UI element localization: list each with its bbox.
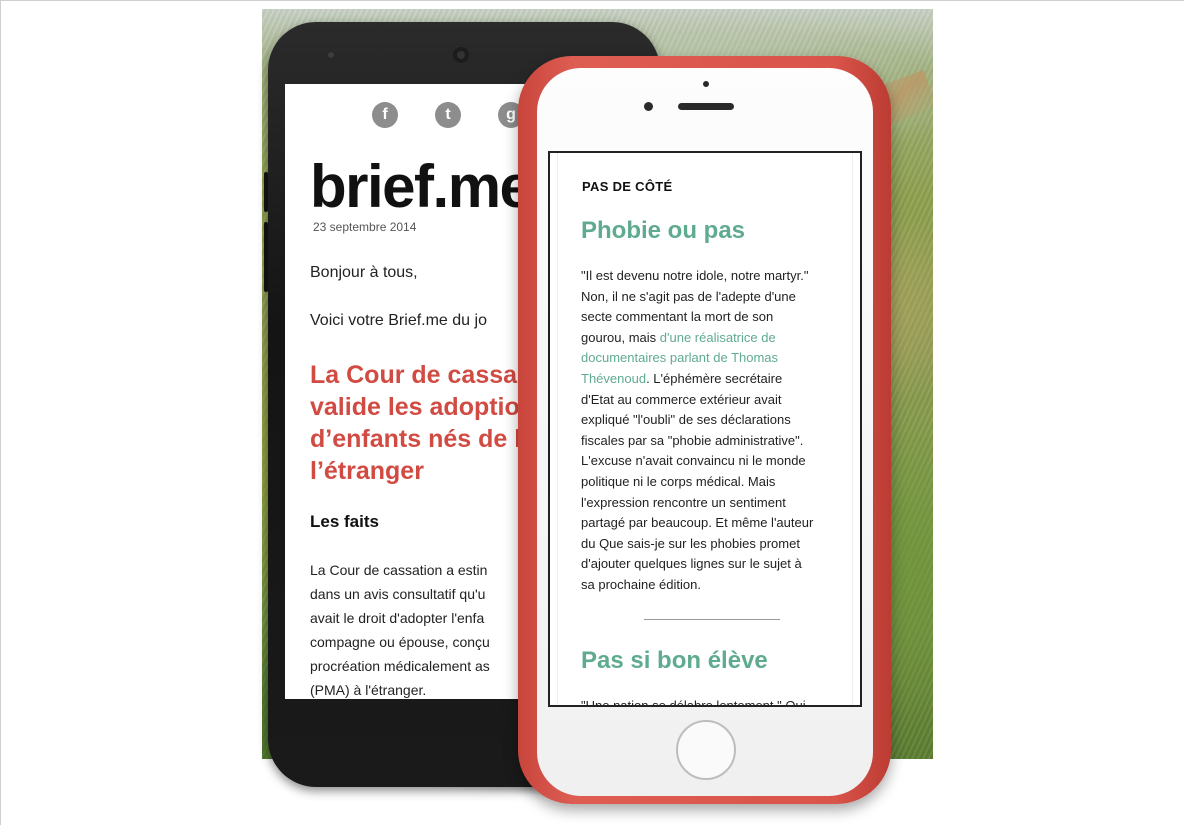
headline-line: La Cour de cassa (310, 361, 518, 389)
body-line: partagé par beaucoup. Et même l'auteur (581, 515, 814, 531)
body-line: (PMA) à l'étranger. (310, 682, 427, 698)
article-body: La Cour de cassation a estin dans un avi… (310, 558, 490, 699)
facebook-icon[interactable]: f (372, 102, 398, 128)
body-line: dans un avis consultatif qu'u (310, 586, 486, 602)
article-link[interactable]: documentaires parlant de Thomas (581, 348, 813, 369)
body-text: gourou, mais (581, 329, 660, 345)
body-line: l'expression rencontre un sentiment (581, 494, 786, 510)
front-camera (453, 47, 469, 63)
section-divider (644, 619, 780, 620)
front-camera (644, 102, 653, 111)
body-line: fiscales par sa "phobie administrative". (581, 432, 804, 448)
article-body: "Il est devenu notre idole, notre martyr… (581, 266, 813, 596)
proximity-sensor (703, 81, 709, 87)
article-body-cut: "Une nation se délabre lentement." Qui (581, 698, 806, 707)
body-line: expliqué "l'oubli" de ses déclarations (581, 412, 791, 428)
section-title: Les faits (310, 512, 379, 531)
body-line: sa prochaine édition. (581, 576, 701, 592)
twitter-icon[interactable]: t (435, 102, 461, 128)
body-line: secte commentant la mort de son (581, 309, 774, 325)
side-button (264, 222, 268, 292)
body-line: procréation médicalement as (310, 658, 490, 674)
article-link[interactable]: Thévenoud (581, 371, 646, 386)
body-line: d'Etat au commerce extérieur avait (581, 391, 782, 407)
body-line: politique ni le corps médical. Mais (581, 473, 776, 489)
body-line: avait le droit d'adopter l'enfa (310, 610, 485, 626)
volume-button (264, 172, 268, 212)
article-link[interactable]: d'une réalisatrice de (660, 330, 776, 345)
sensor-dot (328, 52, 334, 58)
iphone-content: PAS DE CÔTÉ Phobie ou pas "Il est devenu… (557, 153, 853, 705)
body-line: compagne ou épouse, conçu (310, 634, 490, 650)
section-kicker: PAS DE CÔTÉ (582, 179, 673, 194)
body-line: L'excuse n'avait convaincu ni le monde (581, 453, 806, 469)
newsletter-date: 23 septembre 2014 (313, 220, 417, 234)
article-title[interactable]: Phobie ou pas (581, 217, 745, 245)
earpiece-speaker (678, 103, 734, 110)
article-headline[interactable]: La Cour de cassa valide les adoptio d’en… (310, 359, 521, 487)
headline-line: d’enfants nés de l (310, 425, 522, 453)
home-button[interactable] (676, 720, 736, 780)
headline-line: l’étranger (310, 457, 424, 485)
body-line: d'ajouter quelques lignes sur le sujet à (581, 556, 802, 572)
brand-logo: brief.me (310, 153, 533, 220)
body-line: gourou, mais d'une réalisatrice de (581, 328, 813, 349)
body-line: "Il est devenu notre idole, notre martyr… (581, 268, 809, 283)
body-line: Thévenoud. L'éphémère secrétaire (581, 369, 813, 390)
iphone-screen: PAS DE CÔTÉ Phobie ou pas "Il est devenu… (548, 151, 862, 707)
headline-line: valide les adoptio (310, 393, 520, 421)
article-title-2[interactable]: Pas si bon élève (581, 647, 768, 675)
body-line: du Que sais-je sur les phobies promet (581, 535, 800, 551)
body-line: Non, il ne s'agit pas de l'adepte d'une (581, 288, 796, 304)
android-screen: f t g brief.me 23 septembre 2014 Bonjour… (285, 84, 535, 699)
greeting: Bonjour à tous, (310, 264, 418, 281)
body-line: La Cour de cassation a estin (310, 562, 488, 578)
body-text: . L'éphémère secrétaire (646, 370, 783, 386)
intro-text: Voici votre Brief.me du jo (310, 312, 487, 329)
